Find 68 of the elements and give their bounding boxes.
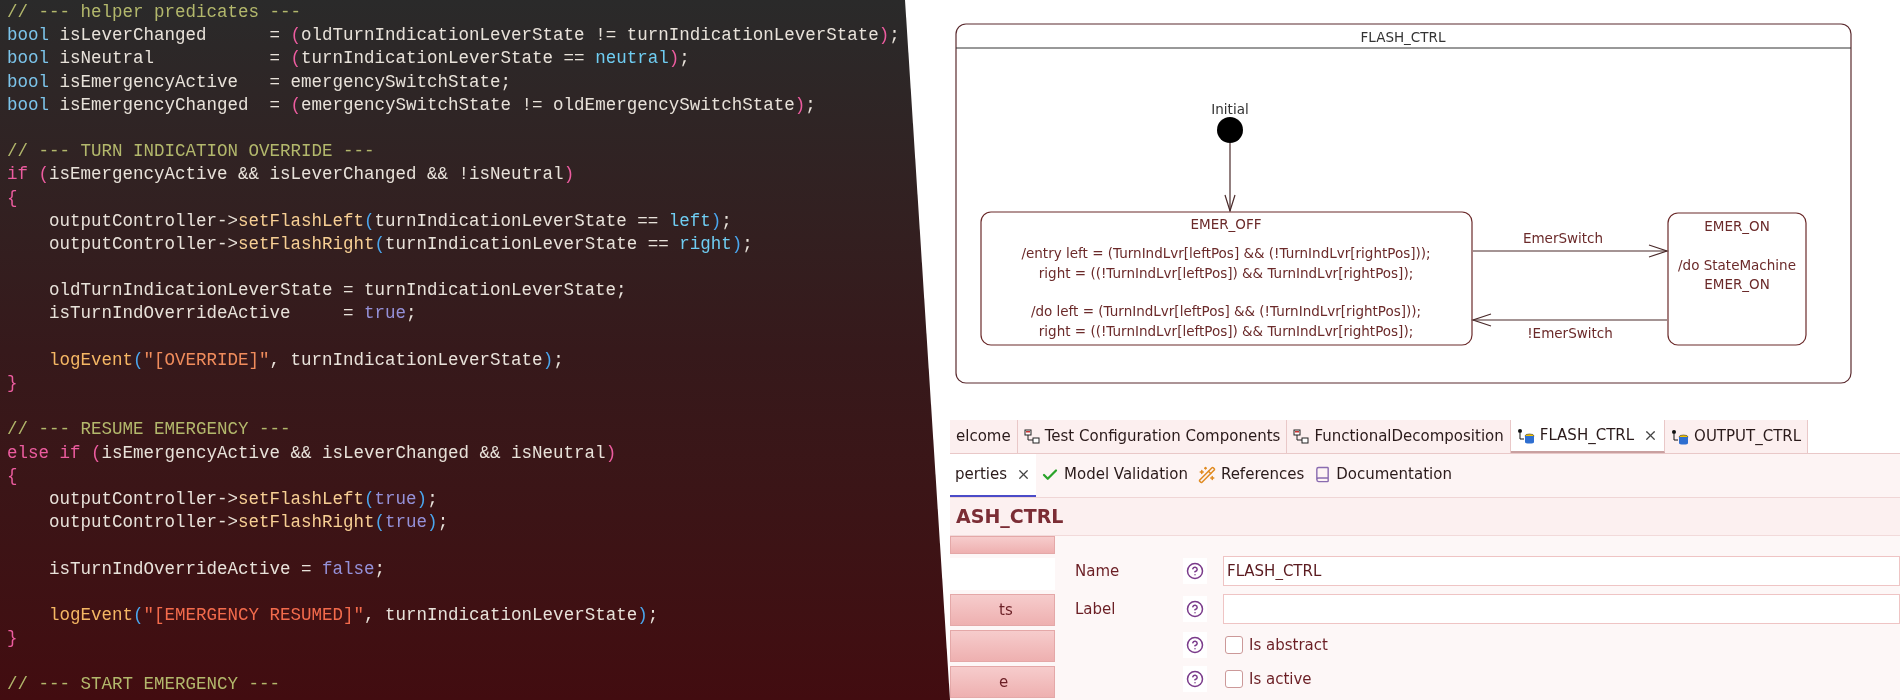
state-name: EMER_OFF: [1190, 216, 1262, 232]
state-action: /do left = (TurnIndLvr[leftPos] && (!TurnIndLvr[rightPos]));: [1030, 303, 1422, 319]
node-cylinder-icon: [1516, 427, 1535, 444]
editor-tab[interactable]: Test Configuration Components: [1017, 420, 1288, 453]
code-line: outputController->setFlashLeft(true);: [48, 487, 438, 511]
field-label: Label: [1075, 598, 1117, 620]
code-line: {: [7, 186, 18, 210]
code-line: // --- TURN INDICATION OVERRIDE ---: [7, 140, 375, 164]
editor-tab[interactable]: FunctionalDecomposition: [1287, 420, 1511, 453]
state-action: EMER_ON: [1704, 276, 1770, 292]
code-line: // --- START EMERGENCY ---: [7, 673, 281, 697]
checkbox[interactable]: [1225, 670, 1243, 688]
state-name: EMER_ON: [1704, 218, 1770, 234]
code-line: bool isLeverChanged = (oldTurnIndicationLeverState != turnIndicationLeverState);: [7, 24, 900, 48]
code-line: logEvent("[EMERGENCY RESUMED]", turnIndicationLeverState);: [48, 603, 659, 627]
view-tab[interactable]: perties: [950, 454, 1036, 497]
code-line: // --- helper predicates ---: [7, 1, 302, 24]
code-line: outputController->setFlashRight(turnIndicationLeverState == right);: [48, 232, 753, 256]
code-line: isTurnIndOverrideActive = true;: [48, 302, 417, 326]
code-line: outputController->setFlashRight(true);: [48, 511, 449, 535]
initial-label: Initial: [1211, 101, 1249, 117]
transition-label: EmerSwitch: [1522, 230, 1604, 246]
code-line: bool isEmergencyActive = emergencySwitchState;: [7, 70, 512, 94]
code-line: logEvent("[OVERRIDE]", turnIndicationLeverState);: [48, 348, 564, 372]
initial-state-node: [1217, 117, 1243, 143]
editor-tab[interactable]: elcome: [950, 420, 1018, 453]
code-line: oldTurnIndicationLeverState = turnIndicationLeverState;: [48, 279, 627, 303]
sidebar-tab[interactable]: ts: [950, 594, 1055, 626]
transition-label: !EmerSwitch: [1527, 325, 1613, 341]
code-line: isTurnIndOverrideActive = false;: [48, 557, 386, 581]
transition-arrow: [1224, 142, 1236, 213]
state-action: right = ((!TurnIndLvr[leftPos]) && TurnIndLvr[rightPos]);: [1038, 323, 1414, 339]
state-machine-title: FLASH_CTRL: [1360, 29, 1446, 45]
help-icon[interactable]: [1186, 670, 1204, 688]
view-tab[interactable]: Documentation: [1309, 454, 1457, 497]
state-action: /entry left = (TurnIndLvr[leftPos] && (!TurnIndLvr[rightPos]));: [1021, 245, 1431, 261]
code-line: else if (isEmergencyActive && isLeverChanged && isNeutral): [7, 441, 617, 465]
code-line: bool isEmergencyChanged = (emergencySwitchState != oldEmergencySwitchState);: [7, 93, 816, 117]
help-icon[interactable]: [1186, 562, 1204, 580]
view-tab[interactable]: References: [1192, 454, 1310, 497]
text-field[interactable]: [1223, 594, 1900, 624]
magic-wand-icon: [1197, 465, 1216, 484]
code-line: {: [7, 464, 18, 488]
checkbox[interactable]: [1225, 636, 1243, 654]
help-icon[interactable]: [1186, 636, 1204, 654]
diagram-icon: [1023, 428, 1040, 445]
checkbox-label: Is abstract: [1249, 634, 1328, 656]
editor-tab[interactable]: FLASH_CTRL: [1510, 420, 1666, 453]
code-line: }: [7, 372, 18, 395]
help-icon[interactable]: [1186, 600, 1204, 618]
book-icon: [1314, 466, 1332, 483]
text-field[interactable]: FLASH_CTRL: [1223, 556, 1900, 586]
sidebar-tab[interactable]: e: [950, 666, 1055, 698]
diagram-icon: [1293, 428, 1310, 445]
code-line: outputController->setFlashLeft(turnIndicationLeverState == left);: [48, 209, 732, 233]
field-label: Name: [1075, 560, 1121, 582]
code-line: bool isNeutral = (turnIndicationLeverState == neutral);: [7, 47, 690, 71]
close-icon[interactable]: [1016, 467, 1031, 482]
code-line: }: [7, 627, 18, 651]
code-line: if (isEmergencyActive && isLeverChanged && !isNeutral): [7, 163, 575, 187]
code-line: // --- RESUME EMERGENCY ---: [7, 418, 291, 442]
checkbox-label: Is active: [1249, 668, 1312, 690]
node-cylinder-icon: [1671, 428, 1690, 445]
state-action: /do StateMachine: [1678, 257, 1796, 273]
properties-title: ASH_CTRL: [956, 504, 1064, 530]
state-action: right = ((!TurnIndLvr[leftPos]) && TurnIndLvr[rightPos]);: [1038, 265, 1414, 281]
view-tab[interactable]: Model Validation: [1036, 454, 1193, 497]
editor-tab[interactable]: OUTPUT_CTRL: [1665, 420, 1809, 453]
